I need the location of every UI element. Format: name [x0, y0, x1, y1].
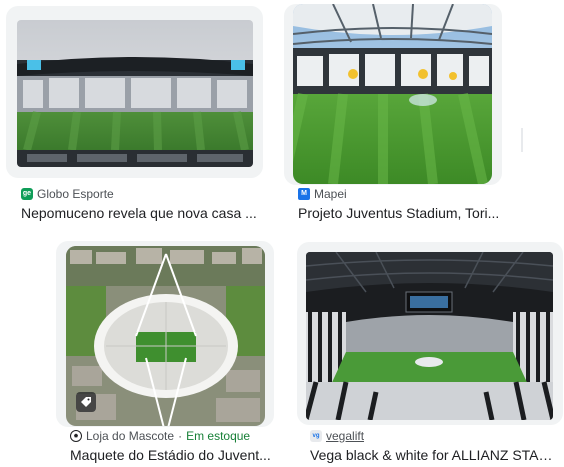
result-image-stadium-interior[interactable]	[17, 20, 253, 167]
result-title[interactable]: Nepomuceno revela que nova casa ...	[21, 205, 271, 221]
result-image-juventus-stadium[interactable]	[293, 4, 492, 184]
scroll-indicator	[521, 128, 523, 152]
result-source[interactable]: vg vegalift	[310, 429, 364, 443]
result-source[interactable]: M Mapei	[298, 187, 347, 201]
result-title[interactable]: Projeto Juventus Stadium, Tori...	[298, 205, 528, 221]
soccer-ball-favicon-icon	[70, 430, 82, 442]
result-image-black-white-stadium[interactable]	[306, 252, 553, 420]
result-source[interactable]: Loja do Mascote · Em estoque	[70, 429, 250, 443]
source-name: vegalift	[326, 429, 365, 443]
price-tag-icon	[76, 392, 96, 412]
result-source[interactable]: ge Globo Esporte	[21, 187, 114, 201]
vegalift-favicon-icon: vg	[310, 430, 322, 442]
ge-favicon-icon: ge	[21, 188, 33, 200]
source-name: Mapei	[314, 187, 347, 201]
mapei-favicon-icon: M	[298, 188, 310, 200]
availability-label: Em estoque	[186, 429, 251, 443]
source-name: Loja do Mascote	[86, 429, 175, 443]
separator: ·	[178, 429, 183, 443]
source-name: Globo Esporte	[37, 187, 114, 201]
result-title[interactable]: Maquete do Estádio do Juvent...	[70, 447, 290, 463]
result-title[interactable]: Vega black & white for ALLIANZ STAD...	[310, 447, 560, 463]
